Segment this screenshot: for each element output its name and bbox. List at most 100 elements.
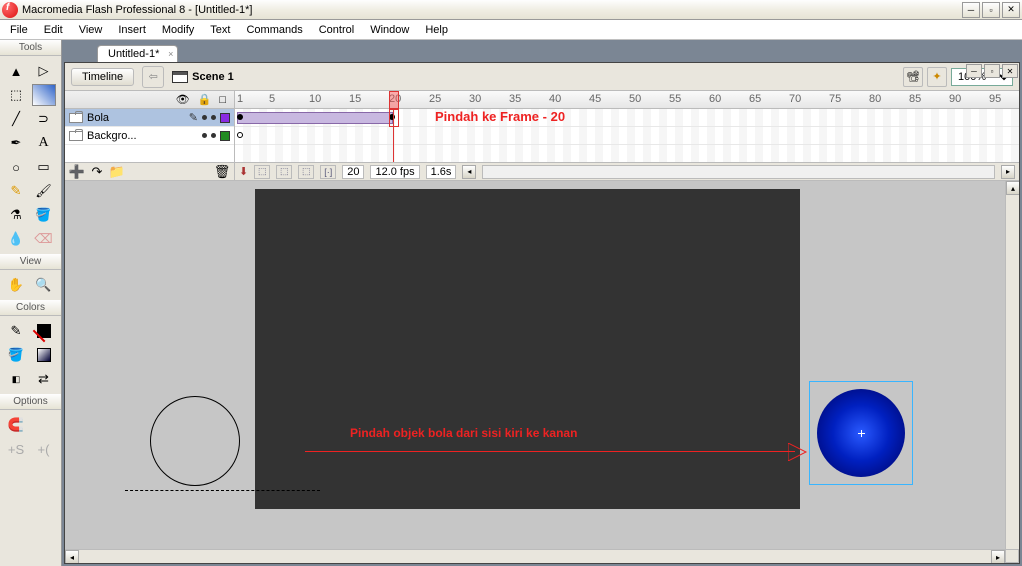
minimize-button[interactable]: ─ [962,2,980,18]
keyframe-bg[interactable] [237,132,243,138]
close-button[interactable]: ✕ [1002,2,1020,18]
edit-scene-icon[interactable]: 📽 [903,67,923,87]
frame-track-background[interactable] [235,127,1019,145]
paint-bucket-tool-icon[interactable]: 🪣 [32,204,56,226]
zoom-tool-icon[interactable]: 🔍 [32,274,56,296]
free-transform-tool-icon[interactable]: ⬚ [4,84,28,106]
current-frame-value: 20 [342,165,364,179]
menu-bar: File Edit View Insert Modify Text Comman… [0,20,1022,40]
text-tool-icon[interactable]: A [32,132,56,154]
layer-icon [69,113,83,123]
default-colors-icon[interactable]: ◧ [4,368,28,390]
current-frame-highlight [389,109,399,127]
layer-visible-dot[interactable] [202,133,207,138]
menu-commands[interactable]: Commands [238,22,310,38]
rectangle-tool-icon[interactable]: ▭ [32,156,56,178]
subselection-tool-icon[interactable]: ▷ [32,60,56,82]
option-blank [32,414,56,436]
menu-text[interactable]: Text [202,22,238,38]
outline-icon[interactable]: □ [219,94,226,106]
layer-outline-swatch[interactable] [220,131,230,141]
delete-layer-icon[interactable]: 🗑 [214,165,230,179]
layer-lock-dot[interactable] [211,133,216,138]
frame-footer: ⬇ ⬚ ⬚ ⬚ [·] 20 12.0 fps 1.6s ◂ ▸ [235,162,1019,180]
menu-insert[interactable]: Insert [110,22,154,38]
fill-color-swatch[interactable] [32,344,56,366]
menu-edit[interactable]: Edit [36,22,71,38]
brush-tool-icon[interactable]: 🖌 [32,180,56,202]
selection-tool-icon[interactable]: ▲ [4,60,28,82]
document-body: Timeline ⇦ Scene 1 📽 ✦ 100% 👁 🔒 [64,62,1020,564]
eye-icon[interactable]: 👁 [176,93,190,106]
doc-close-button[interactable]: ✕ [1002,64,1018,78]
tab-close-icon[interactable]: × [168,49,173,59]
swap-colors-icon[interactable]: ⇄ [32,368,56,390]
gradient-transform-tool-icon[interactable] [32,84,56,106]
onion-skin-outlines-icon[interactable]: ⬚ [276,165,292,179]
layer-row-bola[interactable]: Bola ✎ [65,109,234,127]
frames-scroll-left[interactable]: ◂ [462,165,476,179]
colors-label: Colors [0,300,61,316]
fill-color-icon[interactable]: 🪣 [4,344,28,366]
edit-multiple-frames-icon[interactable]: ⬚ [298,165,314,179]
pen-tool-icon[interactable]: ✒ [4,132,28,154]
stage-horizontal-scrollbar[interactable]: ◂ ▸ [65,549,1005,563]
doc-restore-button[interactable]: ▫ [984,64,1000,78]
frame-ruler[interactable]: 1 5 10 15 20 25 30 35 40 45 50 55 60 65 [235,91,1019,109]
restore-button[interactable]: ▫ [982,2,1000,18]
smooth-option-icon[interactable]: +S [4,438,28,460]
insert-folder-icon[interactable]: 📁 [109,165,125,179]
frame-track-bola[interactable] [235,109,1019,127]
menu-window[interactable]: Window [362,22,417,38]
menu-file[interactable]: File [2,22,36,38]
layer-outline-swatch[interactable] [220,113,230,123]
scroll-left-button[interactable]: ◂ [65,550,79,563]
ink-bottle-tool-icon[interactable]: ⚗ [4,204,28,226]
stage-area[interactable]: Pindah objek bola dari sisi kiri ke kana… [65,181,1019,563]
layer-lock-dot[interactable] [211,115,216,120]
frames-area[interactable]: Pindah ke Frame - 20 [235,109,1019,162]
layer-row-background[interactable]: Backgro... [65,127,234,145]
scene-indicator[interactable]: Scene 1 [172,71,234,83]
lock-icon[interactable]: 🔒 [198,93,212,106]
keyframe-start[interactable] [237,114,243,120]
oval-tool-icon[interactable]: ○ [4,156,28,178]
frames-scroll-right[interactable]: ▸ [1001,165,1015,179]
scroll-right-button[interactable]: ▸ [991,550,1005,563]
doc-minimize-button[interactable]: ─ [966,64,982,78]
tools-panel: Tools ▲ ▷ ⬚ ╱ ⊃ ✒ A ○ ▭ ✎ 🖌 ⚗ 🪣 💧 ⌫ View… [0,40,62,566]
insert-motion-guide-icon[interactable]: ↷ [89,165,105,179]
pencil-tool-icon[interactable]: ✎ [4,180,28,202]
workspace: Untitled-1* × ─ ▫ ✕ Timeline ⇦ Scene 1 📽… [62,40,1022,566]
layer-visible-dot[interactable] [202,115,207,120]
scroll-up-button[interactable]: ▴ [1006,181,1019,195]
straighten-option-icon[interactable]: +( [32,438,56,460]
timeline-button[interactable]: Timeline [71,68,134,86]
insert-layer-icon[interactable]: ➕ [69,165,85,179]
line-tool-icon[interactable]: ╱ [4,108,28,130]
stroke-color-swatch[interactable] [32,320,56,342]
snap-magnet-icon[interactable]: 🧲 [4,414,28,436]
menu-view[interactable]: View [71,22,111,38]
annotation-move: Pindah objek bola dari sisi kiri ke kana… [350,426,577,440]
timeline-panel: 👁 🔒 □ Bola ✎ [65,91,1019,181]
menu-modify[interactable]: Modify [154,22,202,38]
center-frame-icon[interactable]: ⬇ [239,165,248,178]
hand-tool-icon[interactable]: ✋ [4,274,28,296]
eraser-tool-icon[interactable]: ⌫ [32,228,56,250]
edit-symbols-icon[interactable]: ✦ [927,67,947,87]
stroke-color-icon[interactable]: ✎ [4,320,28,342]
menu-help[interactable]: Help [417,22,456,38]
view-label: View [0,254,61,270]
document-tab[interactable]: Untitled-1* × [97,45,178,62]
stage-vertical-scrollbar[interactable]: ▴ [1005,181,1019,549]
menu-control[interactable]: Control [311,22,362,38]
frames-scrollbar[interactable] [482,165,995,179]
lasso-tool-icon[interactable]: ⊃ [32,108,56,130]
layer-footer: ➕ ↷ 📁 🗑 [65,162,234,180]
onion-skin-icon[interactable]: ⬚ [254,165,270,179]
playhead[interactable] [389,91,399,109]
back-button[interactable]: ⇦ [142,66,164,88]
modify-onion-markers-icon[interactable]: [·] [320,165,336,179]
eyedropper-tool-icon[interactable]: 💧 [4,228,28,250]
